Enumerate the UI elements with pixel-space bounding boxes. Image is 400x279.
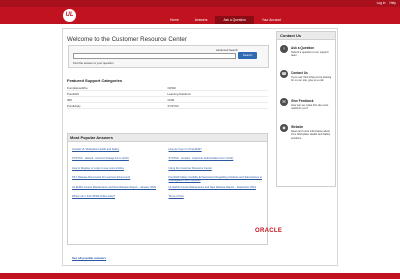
category-link[interactable]: PureDHS: [67, 92, 168, 96]
category-link[interactable]: IMS: [67, 98, 168, 102]
category-row: Pundivitely SYSTOC: [67, 103, 268, 109]
question-glyph: ?: [282, 46, 286, 51]
contact-item-desc: If you can't find what you're looking fo…: [291, 76, 332, 83]
bottom-bar: [0, 273, 400, 279]
nav-your-account[interactable]: Your Account: [254, 16, 289, 24]
top-utility-bar: Log In Help: [0, 0, 400, 7]
categories-heading: Featured Support Categories: [67, 78, 123, 83]
answer-link[interactable]: Terms of Use: [169, 195, 266, 202]
phone-glyph: ☎: [281, 71, 287, 76]
answer-link[interactable]: UL EHSS Course Maintenance and New Relea…: [169, 186, 266, 193]
feedback-icon: ✉: [280, 98, 288, 106]
search-hint: Find the answer to your question: [73, 61, 114, 65]
search-panel: Advanced Search Search Find the answer t…: [68, 45, 269, 68]
answer-link[interactable]: Where can I find CRSM Online Help?: [72, 195, 169, 202]
answer-link[interactable]: Contact UL Workplace Health and Safety: [72, 148, 169, 155]
answer-link[interactable]: PureDHS Safety Usability Enhancement Reg…: [169, 176, 266, 183]
answer-link[interactable]: How to Register or Login to see more art…: [72, 167, 169, 174]
see-all-answers-link[interactable]: See all popular answers: [72, 256, 106, 260]
contact-item-desc: How can we make this site more useful fo…: [291, 104, 329, 111]
help-link[interactable]: Help: [389, 0, 396, 7]
category-link[interactable]: Learning Solutions: [168, 92, 269, 96]
ul-logo-text: UL: [65, 12, 74, 18]
nav-answers[interactable]: Answers: [187, 16, 216, 24]
login-link[interactable]: Log In: [377, 0, 386, 7]
contact-item-desc: News and more information about UL's Wor…: [291, 130, 331, 140]
phone-icon: ☎: [280, 70, 288, 78]
answer-row: SKY Release Documents for Learners (Docu…: [72, 176, 265, 183]
contact-us-panel: Contact Us ? Ask a Question Submit a que…: [276, 31, 336, 187]
globe-glyph: ◉: [282, 125, 286, 130]
advanced-search-link[interactable]: Advanced Search: [216, 48, 238, 52]
answer-row: Where can I find CRSM Online Help? Terms…: [72, 195, 265, 202]
categories-table: ComplianceWire CRSM PureDHS Learning Sol…: [67, 85, 268, 109]
contact-item-title[interactable]: Contact Us: [291, 71, 308, 75]
category-link[interactable]: CRSM: [168, 86, 269, 90]
nav-ask-question[interactable]: Ask a Question: [215, 16, 254, 24]
search-input[interactable]: [73, 53, 236, 59]
answer-row: How to Register or Login to see more art…: [72, 167, 265, 174]
globe-icon: ◉: [280, 124, 288, 132]
answer-link[interactable]: SYSTOC - Hosted - Account Change Form (A…: [72, 157, 169, 164]
ul-logo[interactable]: UL: [63, 9, 76, 22]
answer-row: UL EHSS Course Maintenance and New Relea…: [72, 186, 265, 193]
contact-item-title[interactable]: Website: [291, 125, 303, 129]
contact-us-heading: Contact Us: [277, 32, 335, 40]
answer-link[interactable]: Using the Customer Resource Center: [169, 167, 266, 174]
answer-row: Contact UL Workplace Health and Safety H…: [72, 148, 265, 155]
question-icon: ?: [280, 45, 288, 53]
main-nav: Home Answers Ask a Question Your Account: [162, 16, 337, 24]
category-link[interactable]: OHM: [168, 98, 269, 102]
category-link[interactable]: ComplianceWire: [67, 86, 168, 90]
popular-answers-list: Contact UL Workplace Health and Safety H…: [72, 148, 265, 204]
popular-answers-panel: Most Popular Answers Contact UL Workplac…: [67, 133, 268, 260]
contact-item-title[interactable]: Give Feedback: [291, 99, 314, 103]
oracle-logo: ORACLE: [255, 228, 283, 234]
top-links: Log In Help: [377, 0, 396, 7]
answer-row: SYSTOC - Hosted - Account Change Form (A…: [72, 157, 265, 164]
category-link[interactable]: SYSTOC: [168, 104, 269, 108]
feedback-glyph: ✉: [282, 99, 286, 104]
nav-home[interactable]: Home: [162, 16, 187, 24]
category-link[interactable]: Pundivitely: [67, 104, 168, 108]
answer-link[interactable]: SKY Release Documents for Learners (Docu…: [72, 176, 169, 183]
contact-item-title[interactable]: Ask a Question: [291, 46, 314, 50]
content-panel: Welcome to the Customer Resource Center …: [62, 28, 338, 266]
answer-link[interactable]: UL EHSS Course Maintenance and New Relea…: [72, 186, 169, 193]
answer-link[interactable]: How do I log in to PureDHS?: [169, 148, 266, 155]
search-button[interactable]: Search: [238, 52, 257, 59]
page-title: Welcome to the Customer Resource Center: [67, 36, 187, 43]
popular-answers-heading: Most Popular Answers: [68, 134, 267, 142]
answer-link[interactable]: SYSTOC - Hosted - Customer Authorization…: [169, 157, 266, 164]
contact-item-desc: Submit a question to our support team.: [291, 51, 329, 58]
